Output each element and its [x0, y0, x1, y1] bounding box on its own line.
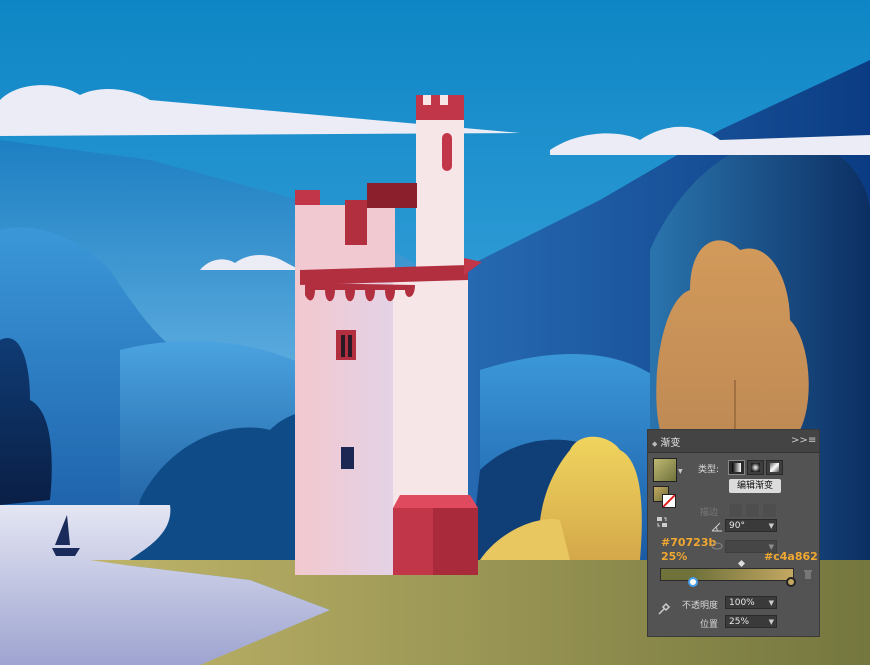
opacity-label: 不透明度: [682, 601, 719, 611]
gradient-preview-swatch[interactable]: [653, 458, 677, 482]
expand-panel-button[interactable]: >>: [791, 435, 808, 446]
gradient-stop-start[interactable]: [688, 577, 698, 587]
gradient-slider[interactable]: [660, 568, 794, 581]
aspect-ratio-field[interactable]: ▼: [725, 540, 777, 553]
panel-titlebar: ◆ 渐变 >> ≡: [648, 430, 819, 453]
stroke-across-button[interactable]: [762, 503, 777, 518]
radial-gradient-button[interactable]: [747, 460, 764, 475]
aspect-ratio-icon: [711, 542, 723, 550]
location-label: 位置: [700, 620, 719, 630]
chevron-down-icon[interactable]: ▼: [769, 616, 774, 629]
start-location-annotation: 25%: [661, 550, 688, 563]
stroke-along-button[interactable]: [745, 503, 760, 518]
gradient-panel: ◆ 渐变 >> ≡ ▼ 类型: 编辑渐变 描边 90° ▼ #70723b 25% …: [647, 429, 820, 637]
freeform-gradient-button[interactable]: [766, 460, 783, 475]
panel-menu-button[interactable]: ≡: [808, 435, 816, 446]
edit-gradient-button[interactable]: 编辑渐变: [729, 479, 781, 493]
radial-gradient-icon: [751, 463, 760, 472]
chevron-down-icon[interactable]: ▼: [769, 597, 774, 610]
chevron-down-icon[interactable]: ▼: [769, 541, 774, 554]
linear-gradient-icon: [732, 463, 741, 472]
chevron-down-icon[interactable]: ▼: [769, 520, 774, 533]
reverse-gradient-icon[interactable]: [656, 516, 668, 528]
opacity-field[interactable]: 100% ▼: [725, 596, 777, 609]
angle-value: 90°: [729, 521, 745, 531]
stroke-swatch[interactable]: [662, 494, 676, 508]
tab-gradient[interactable]: ◆ 渐变: [652, 434, 680, 449]
start-color-annotation: #70723b: [661, 536, 717, 549]
location-value: 25%: [729, 617, 750, 627]
eyedropper-icon[interactable]: [657, 602, 671, 616]
opacity-value: 100%: [729, 598, 755, 608]
location-field[interactable]: 25% ▼: [725, 615, 777, 628]
angle-field[interactable]: 90° ▼: [725, 519, 777, 532]
gradient-stop-end[interactable]: [786, 577, 796, 587]
angle-icon: [711, 522, 722, 532]
stroke-label: 描边: [700, 508, 719, 518]
panel-tab-label: 渐变: [660, 438, 681, 449]
freeform-gradient-icon: [770, 463, 779, 472]
gradient-midpoint[interactable]: [737, 559, 746, 568]
trash-icon[interactable]: [803, 569, 813, 580]
type-label: 类型:: [698, 465, 720, 475]
chevron-down-icon[interactable]: ▼: [678, 468, 683, 475]
stroke-within-button[interactable]: [728, 503, 743, 518]
linear-gradient-button[interactable]: [728, 460, 745, 475]
